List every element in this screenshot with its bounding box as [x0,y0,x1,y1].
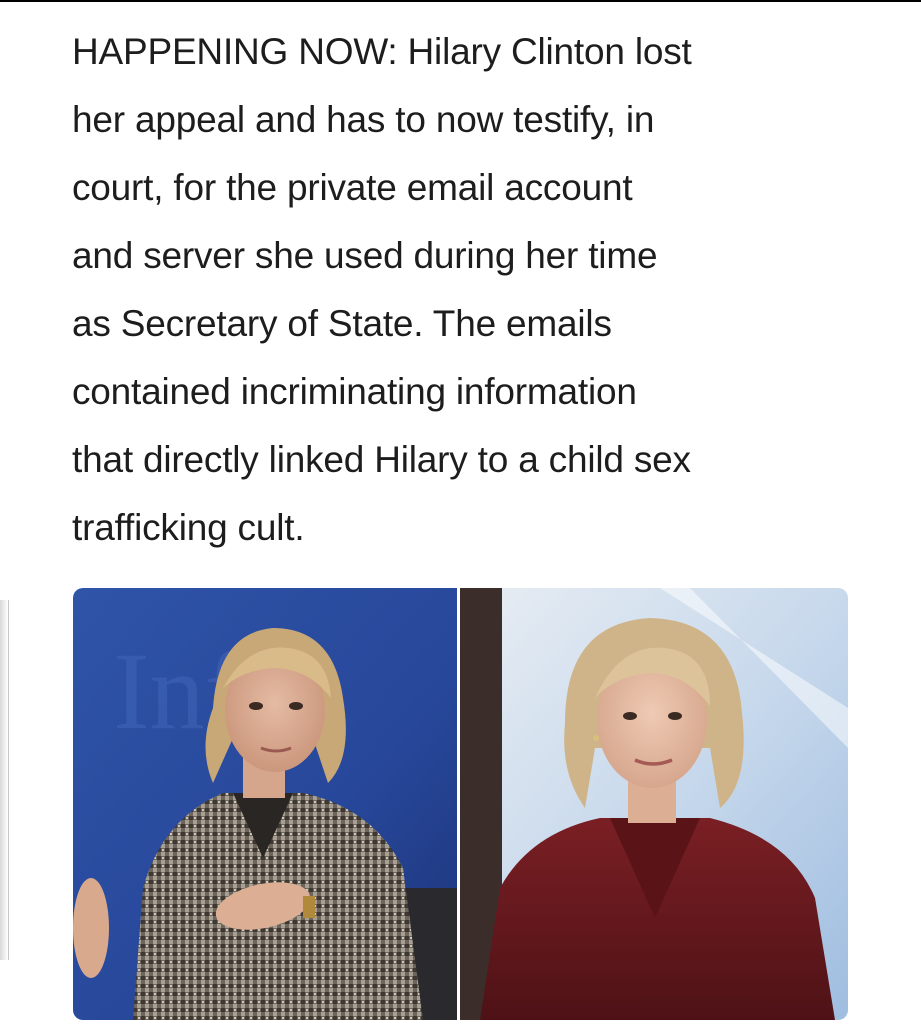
page-edge-shadow [0,600,9,960]
post-text-line: contained incriminating information [72,371,637,412]
post-text-line: that directly linked Hilary to a child s… [72,439,691,480]
post-text-line: as Secretary of State. The emails [72,303,612,344]
photo-right[interactable] [460,588,848,1020]
top-border [0,0,921,2]
post-text: HAPPENING NOW: Hilary Clinton lost her a… [72,18,862,562]
post-text-line: court, for the private email account [72,167,633,208]
post-text-line: and server she used during her time [72,235,658,276]
post-text-line: trafficking cult. [72,507,305,548]
post-text-line: her appeal and has to now testify, in [72,99,655,140]
photo-left[interactable]: Inf [73,588,457,1020]
post-text-line: HAPPENING NOW: Hilary Clinton lost [72,31,692,72]
